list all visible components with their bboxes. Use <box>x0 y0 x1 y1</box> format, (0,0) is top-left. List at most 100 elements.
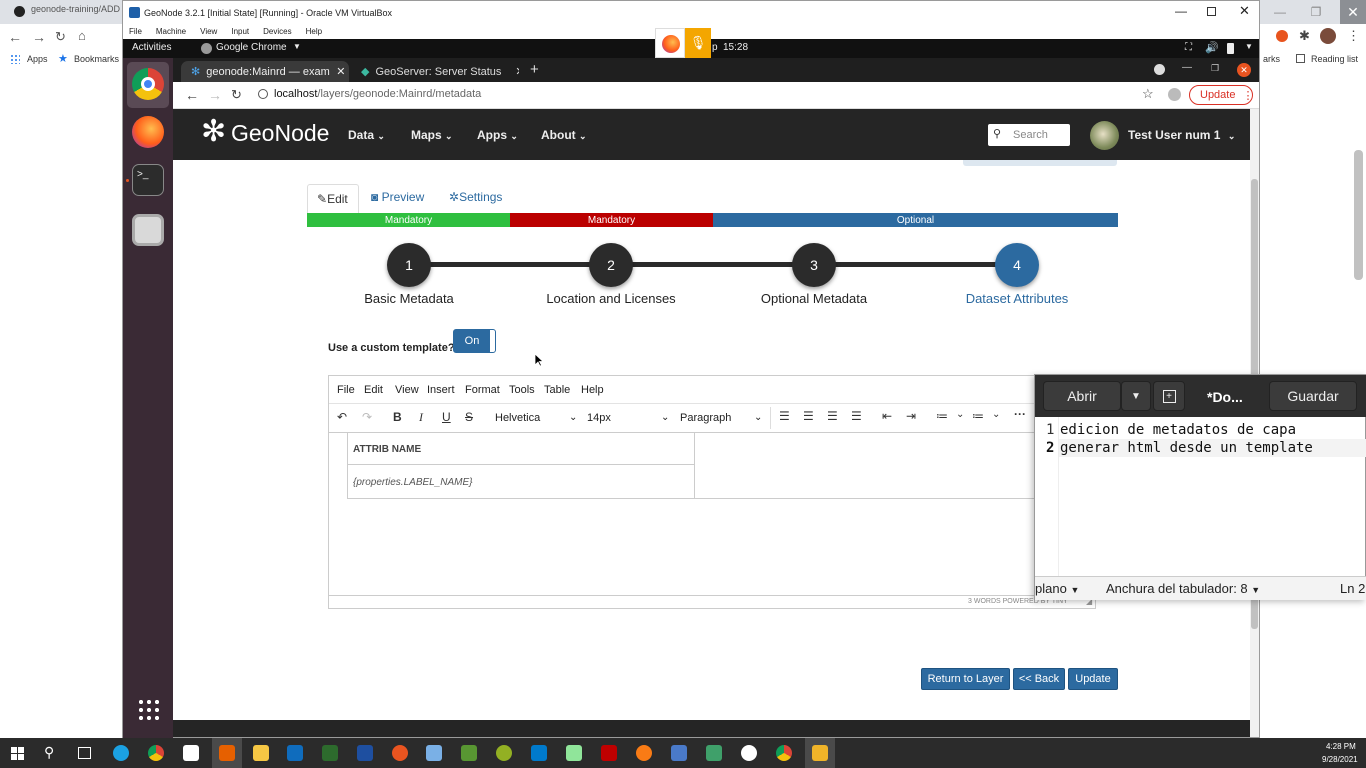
align-center-icon[interactable]: ☰ <box>803 409 814 423</box>
windows-start-icon[interactable] <box>11 747 24 760</box>
puzzle-icon[interactable]: ✱ <box>1299 28 1310 44</box>
update-metadata-button[interactable]: Update <box>1068 668 1118 690</box>
github-desktop-icon[interactable] <box>741 745 757 761</box>
step-2-circle[interactable]: 2 <box>589 243 633 287</box>
step-3-label[interactable]: Optional Metadata <box>714 291 914 306</box>
virtualbox-taskbar-icon[interactable] <box>426 745 442 761</box>
vbox-close-icon[interactable]: ✕ <box>1239 3 1250 19</box>
network-tool-icon[interactable] <box>706 745 722 761</box>
virtualbox-running-icon[interactable] <box>812 745 828 761</box>
search-box[interactable]: ⚲ Search <box>988 124 1070 146</box>
more-icon[interactable]: ··· <box>1014 407 1026 421</box>
taskbar-time[interactable]: 4:28 PM <box>1326 742 1356 751</box>
outlook-icon[interactable] <box>287 745 303 761</box>
qgis-icon[interactable] <box>461 745 477 761</box>
align-right-icon[interactable]: ☰ <box>827 409 838 423</box>
back-button[interactable]: << Back <box>1013 668 1065 690</box>
host-kebab-icon[interactable]: ⋮ <box>1347 28 1360 44</box>
step-1-circle[interactable]: 1 <box>387 243 431 287</box>
files-icon[interactable] <box>132 214 164 246</box>
address-bar[interactable]: localhost/layers/geonode:Mainrd/metadata <box>274 88 481 100</box>
table-body-cell[interactable]: {properties.LABEL_NAME} <box>348 465 695 499</box>
line-2-text[interactable]: generar html desde un template <box>1060 440 1313 456</box>
qgis-q-icon[interactable] <box>496 745 512 761</box>
forward-icon[interactable]: → <box>208 87 222 103</box>
editor-menu-edit[interactable]: Edit <box>364 384 383 396</box>
line-1-text[interactable]: edicion de metadatos de capa <box>1060 422 1296 438</box>
terminal-taskbar-icon[interactable] <box>322 745 338 761</box>
network-icon[interactable]: ⛶ <box>1185 42 1192 53</box>
indent-icon[interactable]: ⇥ <box>906 409 916 423</box>
notepadpp-icon[interactable] <box>566 745 582 761</box>
battery-icon[interactable] <box>1227 43 1234 54</box>
redo-icon[interactable]: ↷ <box>362 410 372 424</box>
bookmark-partial[interactable]: arks <box>1263 54 1280 64</box>
editor-menu-file[interactable]: File <box>337 384 355 396</box>
step-4-circle[interactable]: 4 <box>995 243 1039 287</box>
chevron-down-icon[interactable]: ⌄ <box>992 409 1000 420</box>
new-document-button[interactable]: + <box>1153 381 1185 411</box>
chrome-icon[interactable] <box>132 68 164 100</box>
bold-icon[interactable]: B <box>393 410 402 424</box>
info-icon[interactable] <box>258 89 268 99</box>
italic-icon[interactable]: I <box>419 410 423 425</box>
reading-list[interactable]: Reading list <box>1311 54 1358 64</box>
metadata-tab-settings[interactable]: ✲Settings <box>449 190 502 204</box>
font-family-select[interactable]: Helvetica ⌄ <box>495 412 577 424</box>
reload-icon[interactable]: ↻ <box>55 29 66 45</box>
step-1-label[interactable]: Basic Metadata <box>309 291 509 306</box>
tab-search-icon[interactable] <box>1154 64 1165 75</box>
bullet-list-icon[interactable]: ≔ <box>972 409 984 423</box>
vscode-icon[interactable] <box>531 745 547 761</box>
geonode-logo-icon[interactable]: ✻ <box>201 117 226 147</box>
taskbar-date[interactable]: 9/28/2021 <box>1322 755 1358 764</box>
filezilla-icon[interactable] <box>601 745 617 761</box>
bookmark-apps[interactable]: Apps <box>27 54 48 64</box>
bookmark-star-icon[interactable]: ☆ <box>1142 86 1154 102</box>
host-close-icon[interactable]: ✕ <box>1340 0 1366 24</box>
overlay-mic-button[interactable]: 🎙 <box>685 28 711 58</box>
nav-data[interactable]: Data ⌄ <box>348 128 385 142</box>
host-minimize-icon[interactable]: — <box>1262 0 1298 24</box>
firefox-icon[interactable] <box>132 116 164 148</box>
numbered-list-icon[interactable]: ≔ <box>936 409 948 423</box>
step-2-label[interactable]: Location and Licenses <box>511 291 711 306</box>
profile-avatar[interactable] <box>1320 28 1336 44</box>
editor-menu-tools[interactable]: Tools <box>509 384 535 396</box>
search-icon[interactable]: ⚲ <box>44 744 54 761</box>
editor-menu-format[interactable]: Format <box>465 384 500 396</box>
undo-icon[interactable]: ↶ <box>337 410 347 424</box>
update-button[interactable]: Update ⋮ <box>1189 85 1253 105</box>
guest-restore-icon[interactable]: ❐ <box>1211 63 1219 74</box>
new-tab-icon[interactable]: + <box>530 61 539 78</box>
underline-icon[interactable]: U <box>442 410 451 424</box>
tab-geoserver[interactable]: ◆ GeoServer: Server Status ✕ <box>351 61 519 82</box>
bookmark-bookmarks[interactable]: Bookmarks <box>74 54 119 64</box>
host-tab-title[interactable]: geonode-training/ADD <box>31 4 121 14</box>
nav-apps[interactable]: Apps ⌄ <box>477 128 518 142</box>
tab-close-icon[interactable]: ✕ <box>336 65 345 78</box>
activities-button[interactable]: Activities <box>132 42 171 53</box>
syntax-select[interactable]: plano ▼ <box>1035 581 1079 596</box>
user-menu[interactable]: Test User num 1 ⌄ <box>1128 128 1235 142</box>
vbox-menu-machine[interactable]: Machine <box>156 27 186 36</box>
edge-icon[interactable] <box>113 745 129 761</box>
font-size-select[interactable]: 14px ⌄ <box>587 412 669 424</box>
overlay-firefox-button[interactable] <box>655 28 685 58</box>
power-menu-icon[interactable]: ▼ <box>1245 42 1253 51</box>
step-4-label[interactable]: Dataset Attributes <box>917 291 1117 306</box>
metadata-tab-edit[interactable]: ✎Edit <box>307 184 359 213</box>
back-icon[interactable]: ← <box>185 87 199 103</box>
firefox-dev-icon[interactable] <box>219 745 235 761</box>
show-apps-icon[interactable] <box>137 698 159 720</box>
extension-red-icon[interactable] <box>1276 30 1288 42</box>
store-icon[interactable] <box>183 745 199 761</box>
return-to-layer-button[interactable]: Return to Layer <box>921 668 1010 690</box>
tab-close-icon[interactable]: ✕ <box>515 65 519 78</box>
task-view-icon[interactable] <box>78 747 91 759</box>
editor-menu-table[interactable]: Table <box>544 384 570 396</box>
guest-close-icon[interactable]: ✕ <box>1237 63 1251 77</box>
file-explorer-icon[interactable] <box>253 745 269 761</box>
step-3-circle[interactable]: 3 <box>792 243 836 287</box>
remote-desktop-icon[interactable] <box>671 745 687 761</box>
